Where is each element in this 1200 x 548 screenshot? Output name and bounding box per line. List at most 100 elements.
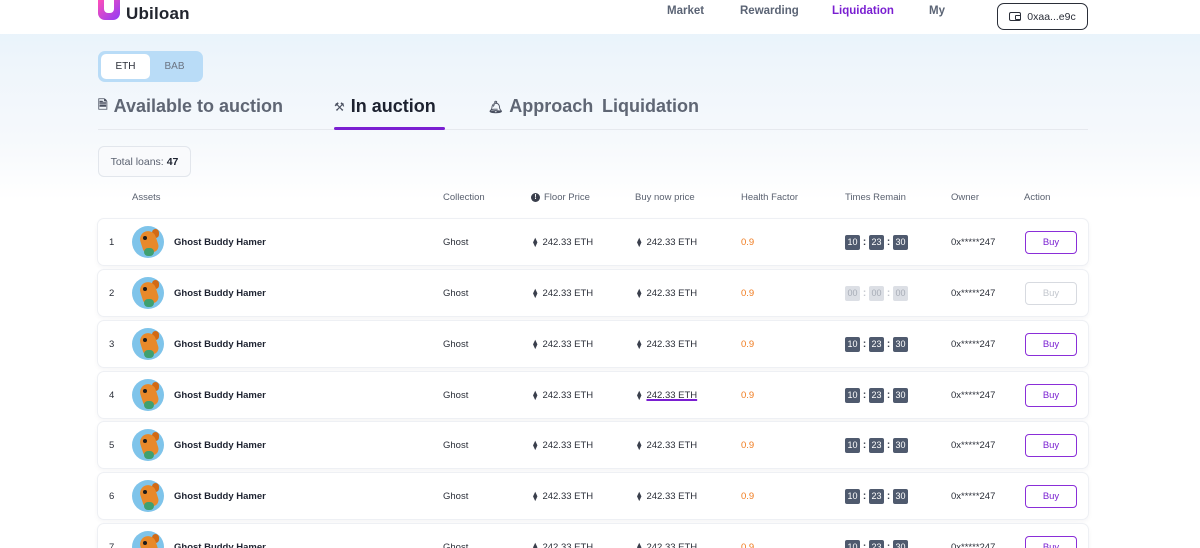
floor-price-value: 242.33 ETH	[542, 439, 594, 451]
tab-in-auction[interactable]: ⚒ In auction	[334, 96, 436, 117]
buy-now-price: ⧫ 242.33 ETH	[637, 270, 697, 316]
tab-available-to-auction[interactable]: 🗎 Available to auction	[98, 96, 283, 117]
document-icon: 🗎	[98, 98, 108, 112]
active-tab-indicator	[334, 127, 445, 130]
gavel-icon: ⚒	[334, 99, 345, 114]
tab-approach[interactable]: 🔔︎ Approach	[488, 96, 593, 117]
buy-now-price: ⧫ 242.33 ETH	[637, 372, 697, 418]
owner-address: 0x*****247	[951, 389, 996, 401]
row-number: 6	[109, 490, 115, 502]
asset-name[interactable]: Ghost Buddy Hamer	[174, 270, 266, 316]
row-number: 3	[109, 338, 115, 350]
buy-now-price: ⧫ 242.33 ETH	[637, 473, 697, 519]
floor-price: ⧫ 242.33 ETH	[533, 270, 593, 316]
eth-icon: ⧫	[637, 490, 642, 501]
eth-icon: ⧫	[637, 541, 642, 548]
buy-button[interactable]: Buy	[1025, 231, 1077, 254]
buy-button[interactable]: Buy	[1025, 282, 1077, 305]
floor-price-value: 242.33 ETH	[542, 389, 594, 401]
hours-box: 10	[845, 336, 860, 352]
table-row: 2 Ghost Buddy Hamer Ghost ⧫ 242.33 ETH ⧫ 242.3…	[98, 270, 1088, 316]
hours-box: 10	[845, 234, 860, 250]
owner-address: 0x*****247	[951, 236, 996, 248]
row-number: 7	[109, 541, 115, 548]
time-separator: :	[886, 439, 891, 451]
buy-now-price: ⧫ 242.33 ETH	[637, 422, 697, 468]
floor-price: ⧫ 242.33 ETH	[533, 321, 593, 367]
eth-icon: ⧫	[637, 439, 642, 450]
eth-icon: ⧫	[637, 338, 642, 349]
nft-avatar	[132, 328, 164, 360]
buy-button[interactable]: Buy	[1025, 485, 1077, 508]
nav-item-market[interactable]: Market	[667, 5, 704, 17]
time-separator: :	[862, 236, 867, 248]
asset-name[interactable]: Ghost Buddy Hamer	[174, 372, 266, 418]
seconds-box: 30	[893, 437, 908, 453]
nav-item-my[interactable]: My	[929, 5, 945, 17]
seconds-box: 30	[893, 539, 908, 548]
time-separator: :	[886, 338, 891, 350]
asset-name[interactable]: Ghost Buddy Hamer	[174, 473, 266, 519]
table-row: 1 Ghost Buddy Hamer Ghost ⧫ 242.33 ETH ⧫ 242.3…	[98, 219, 1088, 265]
table-row: 3 Ghost Buddy Hamer Ghost ⧫ 242.33 ETH ⧫ 242.3…	[98, 321, 1088, 367]
buy-button[interactable]: Buy	[1025, 434, 1077, 457]
time-separator: :	[886, 389, 891, 401]
nft-avatar	[132, 379, 164, 411]
buy-now-price: ⧫ 242.33 ETH	[637, 219, 697, 265]
eth-icon: ⧫	[533, 439, 538, 450]
minutes-box: 23	[869, 539, 884, 548]
hours-box: 10	[845, 488, 860, 504]
eth-icon: ⧫	[533, 490, 538, 501]
chain-switch: ETH BAB	[98, 51, 203, 82]
collection-name: Ghost	[443, 439, 469, 451]
buy-button[interactable]: Buy	[1025, 536, 1077, 548]
wallet-icon	[1009, 12, 1022, 21]
buy-button[interactable]: Buy	[1025, 333, 1077, 356]
table-row: 5 Ghost Buddy Hamer Ghost ⧫ 242.33 ETH ⧫ 242.3…	[98, 422, 1088, 468]
floor-price-label: Floor Price	[544, 192, 590, 203]
asset-name[interactable]: Ghost Buddy Hamer	[174, 422, 266, 468]
owner-address: 0x*****247	[951, 490, 996, 502]
info-icon[interactable]: !	[531, 193, 540, 202]
seconds-box: 30	[893, 336, 908, 352]
floor-price-value: 242.33 ETH	[542, 490, 594, 502]
time-separator: :	[886, 490, 891, 502]
health-factor: 0.9	[741, 389, 755, 401]
floor-price-value: 242.33 ETH	[542, 287, 594, 299]
time-remaining: 10:23:30	[845, 473, 908, 519]
top-header: Ubiloan Market Rewarding Liquidation My …	[0, 0, 1200, 34]
time-separator: :	[886, 236, 891, 248]
table-row: 4 Ghost Buddy Hamer Ghost ⧫ 242.33 ETH ⧫ 242.3…	[98, 372, 1088, 418]
wallet-button[interactable]: 0xaa...e9c	[997, 3, 1088, 30]
buy-button[interactable]: Buy	[1025, 384, 1077, 407]
row-number: 5	[109, 439, 115, 451]
time-remaining: 10:23:30	[845, 422, 908, 468]
hours-box: 10	[845, 387, 860, 403]
time-separator: :	[886, 287, 891, 299]
column-header-buy-now-price: Buy now price	[635, 192, 695, 203]
asset-name[interactable]: Ghost Buddy Hamer	[174, 219, 266, 265]
floor-price: ⧫ 242.33 ETH	[533, 422, 593, 468]
chain-option-bab[interactable]: BAB	[150, 54, 199, 79]
health-factor: 0.9	[741, 236, 755, 248]
table-header: Assets Collection ! Floor Price Buy now …	[0, 192, 1200, 206]
tab-liquidation[interactable]: Liquidation	[602, 96, 699, 117]
time-remaining: 10:23:30	[845, 524, 908, 548]
total-loans-value: 47	[166, 155, 179, 168]
time-separator: :	[862, 389, 867, 401]
collection-name: Ghost	[443, 338, 469, 350]
nav-item-rewarding[interactable]: Rewarding	[740, 5, 799, 17]
eth-icon: ⧫	[637, 389, 642, 400]
collection-name: Ghost	[443, 236, 469, 248]
minutes-box: 23	[869, 387, 884, 403]
nft-avatar	[132, 531, 164, 548]
nav-item-liquidation[interactable]: Liquidation	[832, 5, 894, 17]
hours-box: 10	[845, 437, 860, 453]
column-header-health-factor: Health Factor	[741, 192, 799, 203]
asset-name[interactable]: Ghost Buddy Hamer	[174, 524, 266, 548]
floor-price: ⧫ 242.33 ETH	[533, 372, 593, 418]
buy-now-price-value: 242.33 ETH	[646, 236, 698, 248]
asset-name[interactable]: Ghost Buddy Hamer	[174, 321, 266, 367]
chain-option-eth[interactable]: ETH	[101, 54, 150, 79]
collection-name: Ghost	[443, 490, 469, 502]
